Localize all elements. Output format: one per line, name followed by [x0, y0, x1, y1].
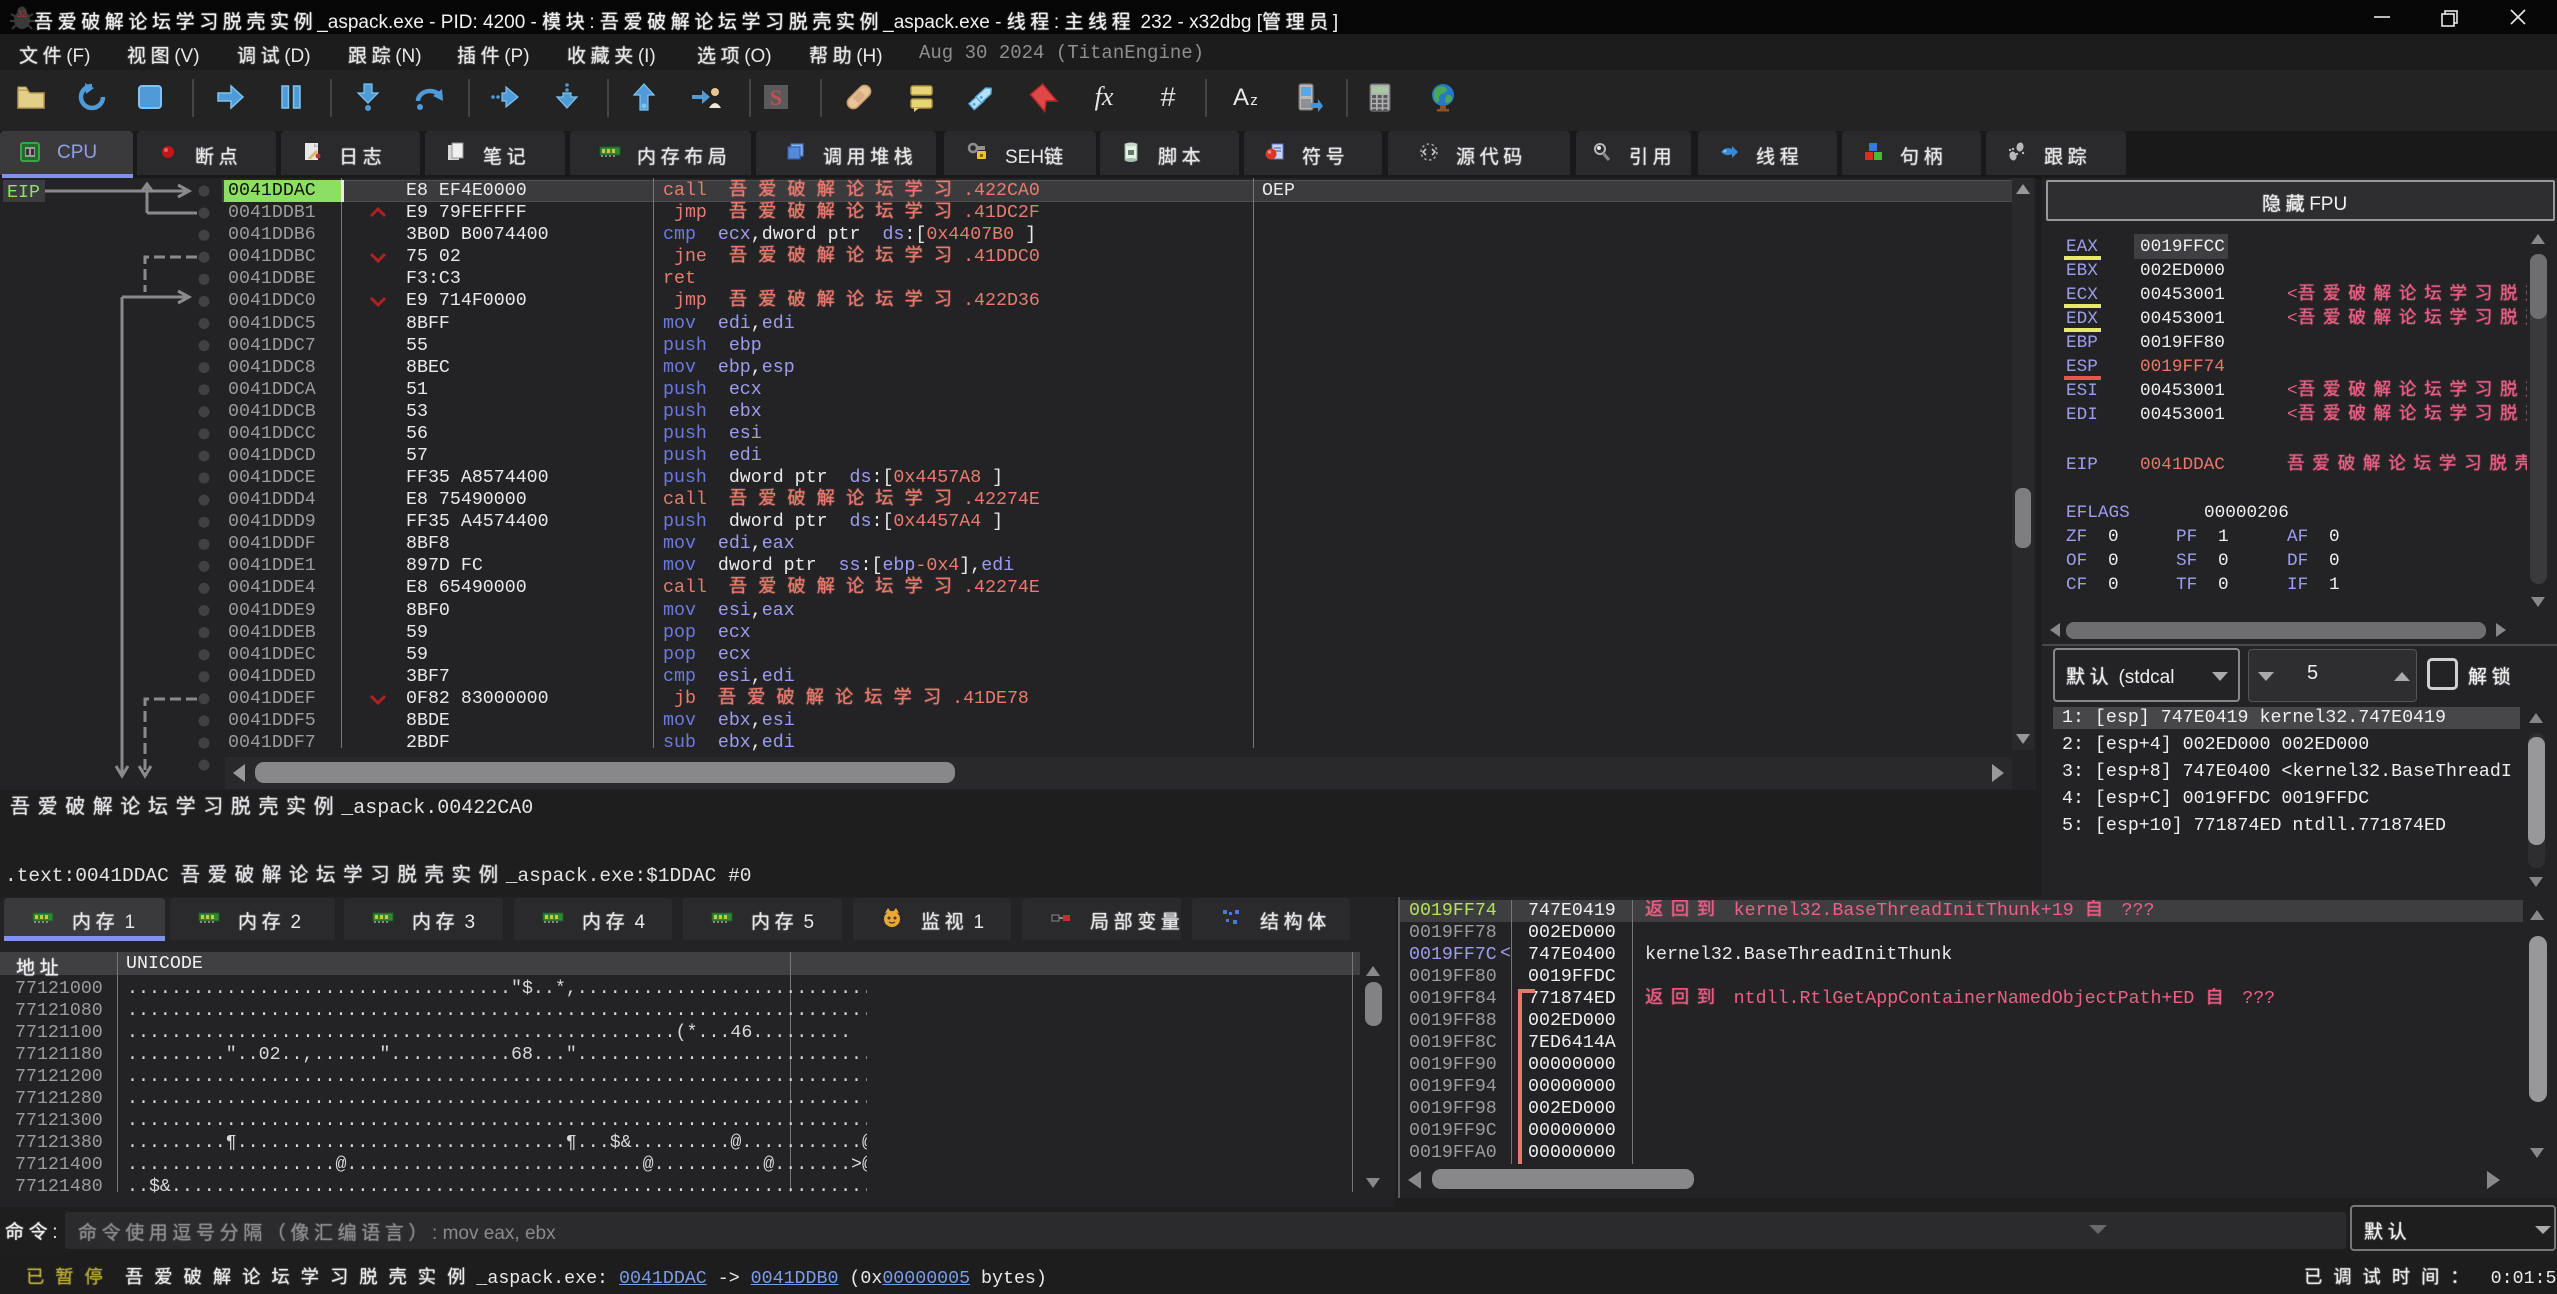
svg-text:32: 32: [17, 9, 27, 19]
svg-text:#: #: [1160, 82, 1175, 112]
svg-text:z: z: [1250, 92, 1258, 109]
svg-text:S: S: [770, 85, 782, 110]
svg-text:A: A: [1233, 84, 1249, 111]
svg-text:fx: fx: [1095, 82, 1114, 111]
svg-text:EIP: EIP: [7, 183, 40, 203]
